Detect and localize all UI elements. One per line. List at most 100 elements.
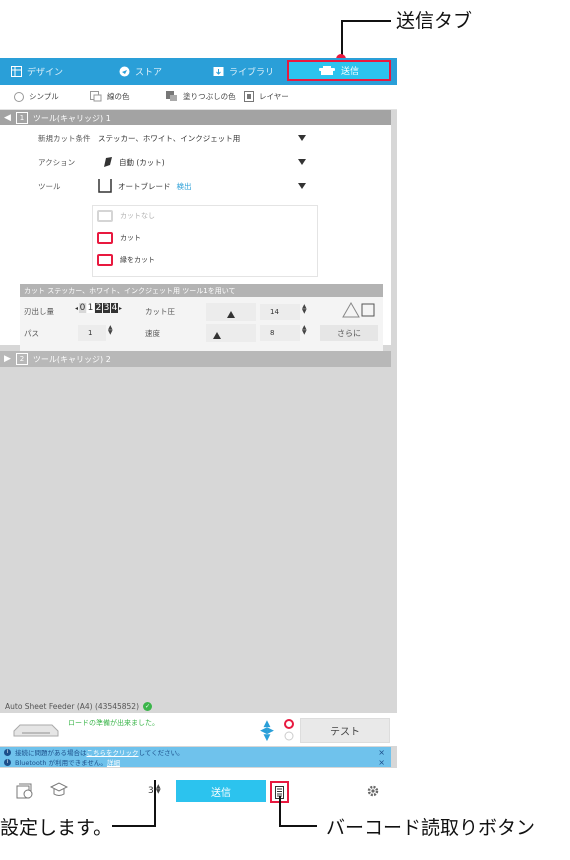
grid-icon <box>11 66 22 77</box>
notice-connection: i 接続に問題がある場合は こちらをクリック してください。 × <box>0 747 391 757</box>
speed-stepper[interactable]: ▲ ▼ <box>302 325 307 336</box>
graduation-cap-icon[interactable] <box>50 782 68 798</box>
connected-check-icon: ✓ <box>143 701 153 711</box>
force-input[interactable]: 14 <box>260 304 300 320</box>
media-select[interactable]: ステッカー、ホワイト、インクジェット用 <box>98 133 240 144</box>
cut-settings-header: カット ステッカー、ホワイト、インクジェット用 ツール1を用いて <box>20 284 383 297</box>
speed-slider[interactable] <box>206 324 256 342</box>
chevron-down-icon[interactable] <box>298 183 306 189</box>
tool-row: ツール オートブレード 検出 <box>0 176 391 196</box>
blade-depth-selector[interactable]: ◂ 0 1 2 3 4 ▸ <box>75 303 122 313</box>
move-arrows-icon[interactable]: ▲ ◀▶ ▼ <box>256 720 278 743</box>
app-window: デザイン ストア ライブラリ 送信 シンプル 線の色 塗りつぶしの色 レイヤー … <box>0 58 397 810</box>
send-icon <box>318 65 335 75</box>
blade-digit: 2 <box>95 303 103 313</box>
test-button[interactable]: テスト <box>300 718 390 743</box>
force-stepper[interactable]: ▲ ▼ <box>302 304 307 315</box>
detect-link[interactable]: 検出 <box>177 181 192 192</box>
copies-value: 3 <box>148 786 154 796</box>
mode-fill-color[interactable]: 塗りつぶしの色 <box>166 91 236 102</box>
mode-label: 塗りつぶしの色 <box>183 92 236 101</box>
send-tab-callout: 送信タブ <box>396 10 473 32</box>
edge-cut-icon <box>97 254 113 266</box>
callout-line <box>341 20 391 22</box>
notice-link[interactable]: 詳細 <box>107 757 120 767</box>
blade-digit: 3 <box>103 303 111 313</box>
cut-option-label: カット <box>120 234 141 242</box>
tab-bar: デザイン ストア ライブラリ 送信 <box>0 58 397 85</box>
callout-line <box>154 780 156 825</box>
slider-handle[interactable] <box>227 311 235 318</box>
passes-stepper[interactable]: ▲ ▼ <box>108 325 113 336</box>
mode-line-color[interactable]: 線の色 <box>90 91 130 102</box>
slider-handle[interactable] <box>213 332 221 339</box>
tab-label: 送信 <box>340 67 359 77</box>
printer-icon <box>13 724 59 737</box>
collapse-arrow-icon: ◀ <box>4 113 11 123</box>
cut-option-edge[interactable]: 縁をカット <box>97 254 155 266</box>
autoblade-icon <box>98 179 112 193</box>
action-label: アクション <box>38 157 76 167</box>
layer-icon <box>244 91 254 102</box>
arrow-left-icon: ◂ <box>75 304 79 312</box>
tab-design[interactable]: デザイン <box>11 62 63 81</box>
callout-line <box>112 825 156 827</box>
force-slider[interactable] <box>206 303 256 321</box>
close-icon[interactable]: × <box>378 758 385 767</box>
arrow-right-icon: ▸ <box>119 304 123 312</box>
origin-marker-icon[interactable] <box>283 718 295 742</box>
tool1-header[interactable]: ◀ 1 ツール(キャリッジ) 1 <box>0 110 391 126</box>
blade-icon <box>104 157 112 167</box>
notice-text: 接続に問題がある場合は <box>15 749 87 757</box>
library-icon <box>213 67 224 76</box>
speed-input[interactable]: 8 <box>260 325 300 341</box>
copies-stepper[interactable]: ▲ ▼ <box>156 784 161 795</box>
force-value: 14 <box>270 308 279 316</box>
media-value: ステッカー、ホワイト、インクジェット用 <box>98 133 241 143</box>
radio-icon <box>14 91 24 102</box>
close-icon[interactable]: × <box>378 748 385 757</box>
chevron-down-icon[interactable] <box>298 159 306 165</box>
tab-library[interactable]: ライブラリ <box>213 62 274 81</box>
passes-input[interactable]: 1 <box>78 325 106 341</box>
device-name-line: Auto Sheet Feeder (A4) (43545852) ✓ <box>0 699 391 713</box>
callout-line <box>279 796 281 826</box>
media-label: 新規カット条件 <box>38 133 91 143</box>
history-icon[interactable] <box>16 783 34 799</box>
copies-callout: 設定します。 <box>0 817 113 839</box>
gear-icon[interactable] <box>367 785 379 797</box>
send-button[interactable]: 送信 <box>176 780 266 802</box>
mode-label: シンプル <box>29 92 59 101</box>
expand-arrow-icon: ▶ <box>4 354 11 364</box>
tool-select[interactable]: オートブレード 検出 <box>98 178 192 194</box>
tool-number: 1 <box>15 112 28 124</box>
info-icon: i <box>4 748 11 756</box>
mode-bar: シンプル 線の色 塗りつぶしの色 レイヤー <box>0 85 397 110</box>
tab-label: ストア <box>135 68 163 78</box>
mode-label: レイヤー <box>259 92 289 101</box>
tab-send[interactable]: 送信 <box>287 60 391 81</box>
cut-option-none[interactable]: カットなし <box>97 210 155 222</box>
more-button[interactable]: さらに <box>320 325 378 341</box>
mode-layer[interactable]: レイヤー <box>244 91 289 102</box>
device-status: ロードの準備が出来ました。 <box>68 719 159 727</box>
tab-store[interactable]: ストア <box>119 62 162 81</box>
device-name: Auto Sheet Feeder (A4) (43545852) <box>5 701 140 711</box>
notice-text: Bluetooth が利用できません。 <box>15 759 107 767</box>
mode-simple[interactable]: シンプル <box>14 91 59 102</box>
passes-value: 1 <box>88 329 93 337</box>
empty-area <box>0 372 391 702</box>
tool2-header[interactable]: ▶ 2 ツール(キャリッジ) 2 <box>0 351 391 367</box>
notice-link[interactable]: こちらをクリック <box>87 747 139 757</box>
device-panel: ロードの準備が出来ました。 ▲ ◀▶ ▼ テスト <box>0 713 397 746</box>
action-select[interactable]: 自動 (カット) <box>102 156 165 168</box>
cut-icon <box>97 232 113 244</box>
tool-header-label: ツール(キャリッジ) 2 <box>32 354 111 364</box>
fill-color-icon <box>166 91 177 101</box>
cut-option-cut[interactable]: カット <box>97 232 141 244</box>
tool-number: 2 <box>15 353 28 365</box>
no-cut-icon <box>97 210 113 222</box>
blade-digit: 0 <box>79 303 87 313</box>
chevron-down-icon[interactable] <box>298 135 306 141</box>
barcode-callout: バーコード読取りボタン <box>326 817 536 839</box>
